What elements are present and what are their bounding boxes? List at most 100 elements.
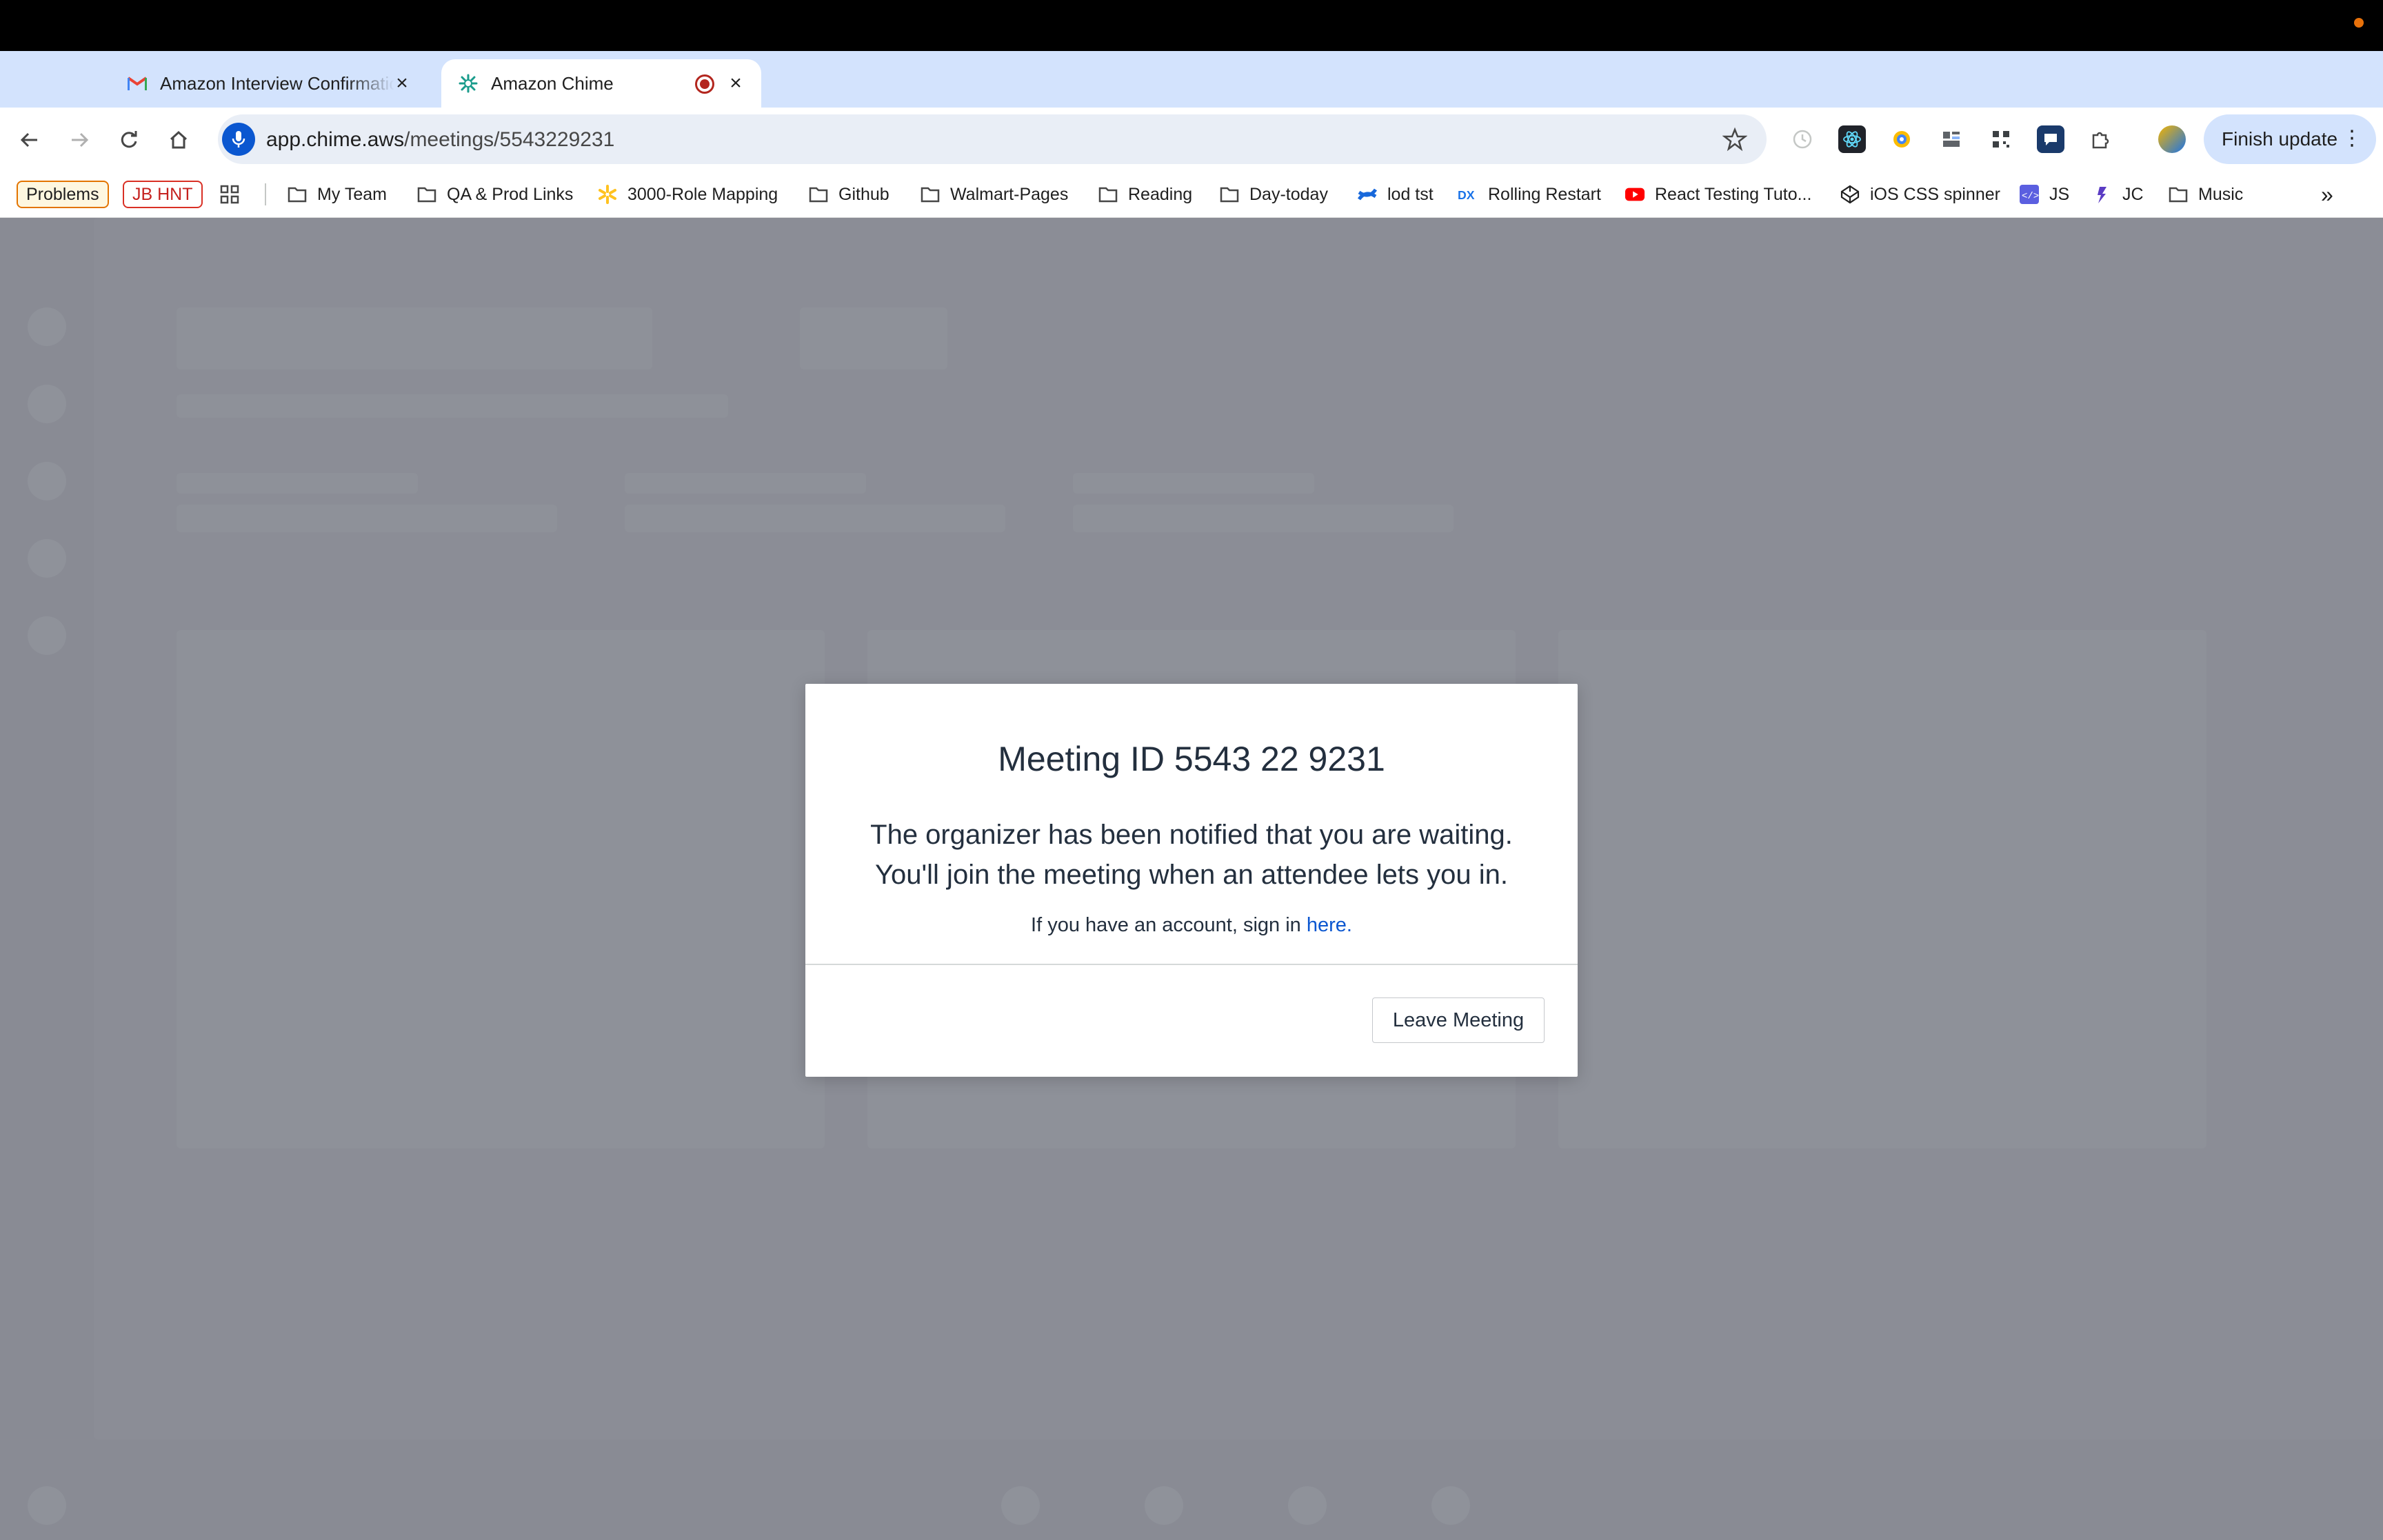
bookmark-problems[interactable]: Problems <box>17 181 109 208</box>
waiting-message-line-1: The organizer has been notified that you… <box>870 820 1513 850</box>
extensions-puzzle-icon[interactable] <box>2087 125 2114 153</box>
bookmark-jc[interactable]: JC <box>2092 179 2144 210</box>
skeleton-control <box>1431 1486 1470 1525</box>
recording-icon <box>695 74 714 94</box>
skeleton-control <box>1288 1486 1327 1525</box>
skeleton-nav-item <box>28 616 66 655</box>
react-devtools-icon[interactable] <box>1838 125 1866 153</box>
close-tab-icon[interactable]: × <box>390 72 414 95</box>
skeleton-button <box>800 307 947 369</box>
bookmark-label: Music <box>2198 184 2244 204</box>
bookmark-label: 3000-Role Mapping <box>627 184 778 204</box>
meeting-id-title: Meeting ID 5543 22 9231 <box>998 740 1385 778</box>
confluence-icon <box>1357 184 1378 205</box>
skeleton-nav-item <box>28 307 66 346</box>
finish-update-label: Finish update <box>2222 128 2338 150</box>
chat-extension-icon[interactable] <box>2037 125 2064 153</box>
bookmark-lod-tst[interactable]: lod tst <box>1357 179 1434 210</box>
extension-grid-icon[interactable] <box>1938 125 1965 153</box>
tab-title: Amazon Chime <box>491 72 614 94</box>
bookmark-label: iOS CSS spinner <box>1870 184 2000 204</box>
more-bookmarks-chevron-icon[interactable]: » <box>2321 179 2333 210</box>
bookmark-music[interactable]: Music <box>2168 179 2243 210</box>
bookmark-rolling-restart[interactable]: DX Rolling Restart <box>1458 179 1601 210</box>
bookmark-label: Day-today <box>1249 184 1328 204</box>
skeleton-control <box>1145 1486 1183 1525</box>
svg-text:</>: </> <box>2022 191 2039 202</box>
tab-amazon-chime[interactable]: Amazon Chime × <box>441 59 761 108</box>
bookmark-reading[interactable]: Reading <box>1098 179 1192 210</box>
code-icon: </> <box>2019 184 2040 205</box>
bookmark-label: lod tst <box>1387 184 1434 204</box>
bookmark-label: Github <box>838 184 889 204</box>
close-tab-icon[interactable]: × <box>724 72 747 95</box>
dialog-divider <box>805 964 1578 965</box>
forward-arrow-icon[interactable] <box>63 124 95 156</box>
folder-icon <box>1098 184 1118 205</box>
waiting-message-line-2: You'll join the meeting when an attendee… <box>875 860 1508 890</box>
jc-icon <box>2092 184 2113 205</box>
bookmark-react-testing[interactable]: React Testing Tuto... <box>1625 179 1811 210</box>
bookmark-my-team[interactable]: My Team <box>287 179 387 210</box>
address-bar[interactable]: app.chime.aws/meetings/5543229231 <box>218 114 1767 164</box>
skeleton-card <box>1558 630 2206 1148</box>
url-host: app.chime.aws <box>266 128 405 151</box>
profile-avatar-icon[interactable] <box>2158 125 2186 153</box>
bookmark-3000-role-mapping[interactable]: 3000-Role Mapping <box>597 179 778 210</box>
sign-in-link[interactable]: here. <box>1307 914 1352 936</box>
sign-in-prompt: If you have an account, sign in here. <box>805 914 1578 937</box>
microphone-icon[interactable] <box>222 123 255 156</box>
bookmark-github[interactable]: Github <box>808 179 889 210</box>
dx-icon: DX <box>1458 184 1478 205</box>
leave-meeting-button[interactable]: Leave Meeting <box>1372 997 1545 1043</box>
skeleton-label <box>625 473 866 494</box>
folder-icon <box>2168 184 2189 205</box>
color-picker-icon[interactable] <box>1888 125 1916 153</box>
codepen-icon <box>1840 184 1860 205</box>
bookmark-separator <box>265 183 266 205</box>
extension-timer-icon[interactable] <box>1789 125 1816 153</box>
url-text[interactable]: app.chime.aws/meetings/5543229231 <box>266 128 614 152</box>
more-vert-icon[interactable]: ⋮ <box>2342 128 2362 149</box>
apps-grid-icon[interactable] <box>219 179 240 210</box>
folder-icon <box>920 184 941 205</box>
skeleton-nav-item <box>28 385 66 423</box>
back-arrow-icon[interactable] <box>14 124 46 156</box>
url-path: /meetings/5543229231 <box>404 128 615 151</box>
skeleton-control <box>28 1486 66 1525</box>
tab-title: Amazon Interview Confirmation <box>160 72 394 94</box>
bookmark-day-today[interactable]: Day-today <box>1219 179 1328 210</box>
bookmark-label: Rolling Restart <box>1488 184 1601 204</box>
skeleton-control <box>1001 1486 1040 1525</box>
skeleton-field <box>1073 505 1454 532</box>
bookmark-label: My Team <box>317 184 387 204</box>
svg-text:DX: DX <box>1458 188 1475 202</box>
bookmark-ios-css-spinner[interactable]: iOS CSS spinner <box>1840 179 2000 210</box>
tab-gmail[interactable]: Amazon Interview Confirmation × <box>110 59 428 108</box>
bookmark-qa-prod-links[interactable]: QA & Prod Links <box>416 179 573 210</box>
sign-in-text: If you have an account, sign in <box>1031 914 1307 936</box>
waiting-message: The organizer has been notified that you… <box>805 815 1578 895</box>
folder-icon <box>416 184 437 205</box>
bookmark-js[interactable]: </> JS <box>2019 179 2069 210</box>
qr-code-icon[interactable] <box>1987 125 2015 153</box>
skeleton-label <box>1073 473 1314 494</box>
tab-strip: Amazon Interview Confirmation × Amazon C… <box>0 51 2383 143</box>
skeleton-field <box>625 505 1005 532</box>
bookmark-star-icon[interactable] <box>1722 127 1748 152</box>
bookmarks-bar: Problems JB HNT My Team QA & Prod Links … <box>0 171 2383 218</box>
home-icon[interactable] <box>163 124 194 156</box>
walmart-spark-icon <box>597 184 618 205</box>
waiting-room-dialog: Meeting ID 5543 22 9231 The organizer ha… <box>805 684 1578 1077</box>
bookmark-walmart-pages[interactable]: Walmart-Pages <box>920 179 1068 210</box>
chime-icon <box>458 73 479 94</box>
bookmark-label: React Testing Tuto... <box>1655 184 1812 204</box>
skeleton-subtitle <box>177 394 728 418</box>
finish-update-button[interactable]: Finish update ⋮ <box>2204 114 2376 164</box>
gmail-icon <box>127 73 148 94</box>
skeleton-nav-item <box>28 539 66 578</box>
bookmark-jb-hnt[interactable]: JB HNT <box>123 181 203 208</box>
folder-icon <box>287 184 308 205</box>
reload-icon[interactable] <box>113 124 145 156</box>
folder-icon <box>808 184 829 205</box>
